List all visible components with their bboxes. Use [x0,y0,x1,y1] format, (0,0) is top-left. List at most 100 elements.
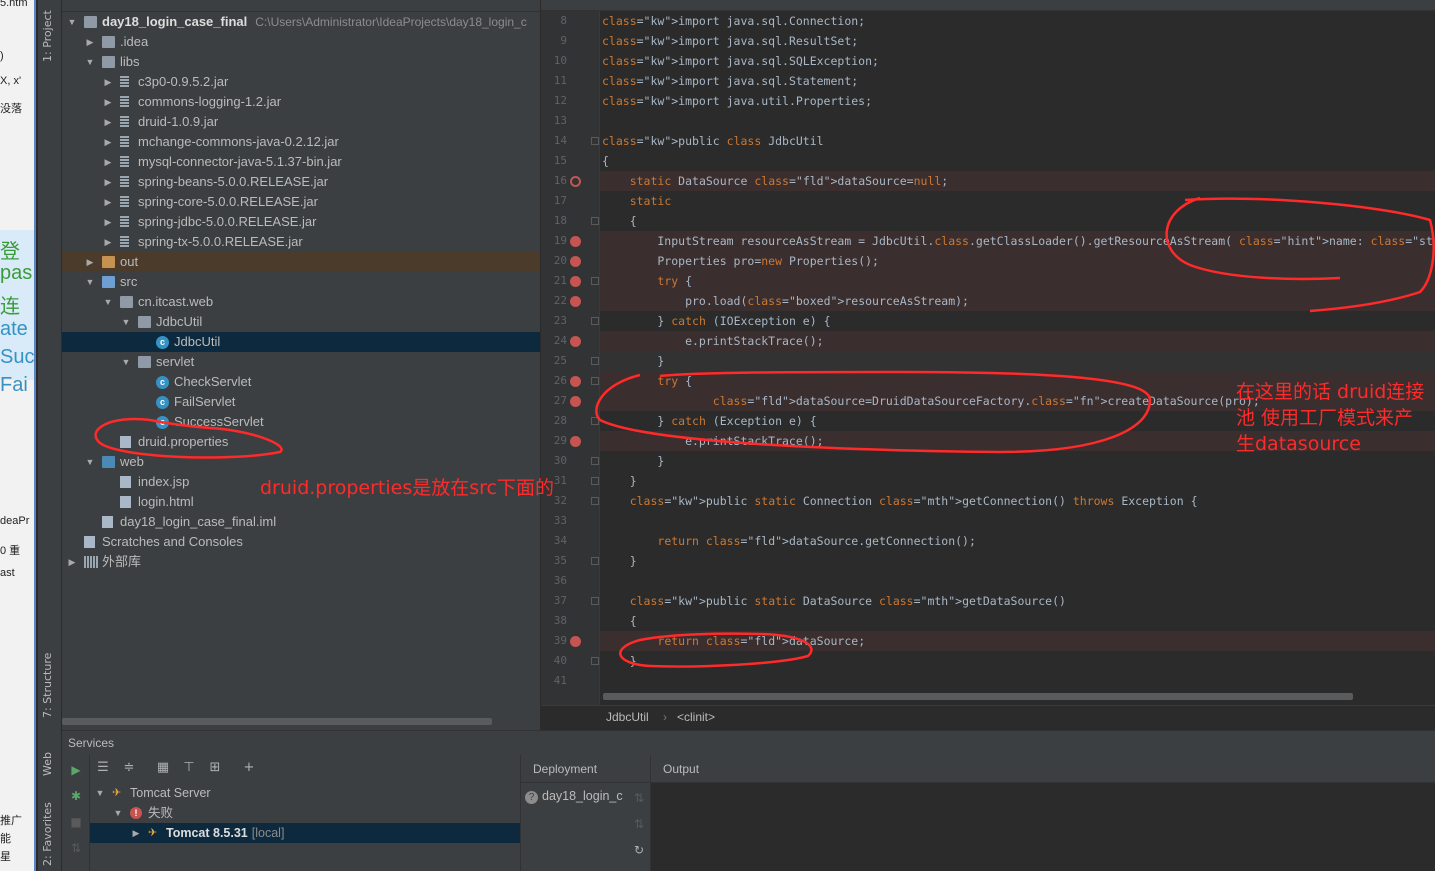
collapsed-arrow-icon[interactable]: ▶ [66,552,78,572]
breadcrumb-class[interactable]: JdbcUtil [606,710,649,724]
refresh-icon[interactable]: ↻ [634,843,644,857]
tree-row[interactable]: druid.properties [62,432,540,452]
tree-row[interactable]: ▶ spring-jdbc-5.0.0.RELEASE.jar [62,212,540,232]
favorites-tool-tab[interactable]: 2: Favorites [41,802,54,866]
tree-row[interactable]: c FailServlet [62,392,540,412]
tree-row[interactable]: ▼ day18_login_case_final C:\Users\Administ… [62,12,540,32]
code-line[interactable]: 23 } catch (IOException e) { [554,311,1435,331]
fold-marker-icon[interactable] [591,137,599,145]
code-line[interactable]: 24 e.printStackTrace(); [554,331,1435,351]
code-line[interactable]: 18 { [554,211,1435,231]
breakpoint-icon[interactable] [570,336,581,347]
code-line[interactable]: 34 return class="fld">dataSource.getConn… [554,531,1435,551]
fold-marker-icon[interactable] [591,377,599,385]
debug-icon[interactable]: ✱ [67,787,85,805]
expanded-arrow-icon[interactable]: ▼ [120,352,132,372]
tree-row[interactable]: ▶ out [62,252,540,272]
code-line[interactable]: 20 Properties pro=new Properties(); [554,251,1435,271]
fold-marker-icon[interactable] [591,557,599,565]
tree-row[interactable]: Scratches and Consoles [62,532,540,552]
web-tool-tab[interactable]: Web [41,752,54,776]
tree-row[interactable]: c JdbcUtil [62,332,540,352]
collapsed-arrow-icon[interactable]: ▶ [102,112,114,132]
expanded-arrow-icon[interactable]: ▼ [66,12,78,32]
code-line[interactable]: 41 [554,671,1435,691]
fold-marker-icon[interactable] [591,317,599,325]
tree-row[interactable]: ▶ mysql-connector-java-5.1.37-bin.jar [62,152,540,172]
tree-row[interactable]: ▶ commons-logging-1.2.jar [62,92,540,112]
collapsed-arrow-icon[interactable]: ▶ [102,232,114,252]
expanded-arrow-icon[interactable]: ▼ [84,452,96,472]
code-line[interactable]: 16 static DataSource class="fld">dataSou… [554,171,1435,191]
code-line[interactable]: 36 [554,571,1435,591]
expanded-arrow-icon[interactable]: ▼ [120,312,132,332]
deploy-icon[interactable]: ⇅ [67,839,85,857]
expanded-arrow-icon[interactable]: ▼ [94,783,106,803]
collapsed-arrow-icon[interactable]: ▶ [130,823,142,843]
tree-row[interactable]: ▶ c3p0-0.9.5.2.jar [62,72,540,92]
code-line[interactable]: 33 [554,511,1435,531]
stop-icon[interactable]: ■ [67,813,85,831]
deploy-action-icon[interactable]: ⇅ [634,791,644,805]
tree-row[interactable]: c SuccessServlet [62,412,540,432]
breakpoint-icon[interactable] [570,636,581,647]
new-tab-icon[interactable]: ⊞ [206,759,224,777]
collapsed-arrow-icon[interactable]: ▶ [84,252,96,272]
collapsed-arrow-icon[interactable]: ▶ [102,172,114,192]
tree-row[interactable]: ▶ mchange-commons-java-0.2.12.jar [62,132,540,152]
editor-horizontal-scrollbar[interactable] [603,693,1353,700]
tree-row[interactable]: c CheckServlet [62,372,540,392]
deployment-item[interactable]: ? day18_login_c [525,789,623,804]
code-line[interactable]: 11 class="kw">import java.sql.Statement; [554,71,1435,91]
collapsed-arrow-icon[interactable]: ▶ [102,92,114,112]
tree-row[interactable]: ▼ servlet [62,352,540,372]
tree-row[interactable]: ▼ libs [62,52,540,72]
code-line[interactable]: 21 try { [554,271,1435,291]
undeploy-action-icon[interactable]: ⇅ [634,817,644,831]
breakpoint-icon[interactable] [570,276,581,287]
breakpoint-icon[interactable] [570,256,581,267]
breakpoint-icon[interactable] [570,296,581,307]
fold-marker-icon[interactable] [591,357,599,365]
code-line[interactable]: 25 } [554,351,1435,371]
code-line[interactable]: 35 } [554,551,1435,571]
collapsed-arrow-icon[interactable]: ▶ [102,132,114,152]
code-line[interactable]: 22 pro.load(class="boxed">resourceAsStre… [554,291,1435,311]
filter-icon[interactable]: ⊤ [180,759,198,777]
breakpoint-icon[interactable] [570,436,581,447]
fold-marker-icon[interactable] [591,597,599,605]
expanded-arrow-icon[interactable]: ▼ [84,272,96,292]
breadcrumb-method[interactable]: <clinit> [677,710,715,724]
tree-row[interactable]: ▶ 外部库 [62,552,540,572]
fold-marker-icon[interactable] [591,657,599,665]
service-row[interactable]: ▶ ✈ Tomcat 8.5.31 [local] [90,823,520,843]
collapsed-arrow-icon[interactable]: ▶ [102,192,114,212]
expand-all-icon[interactable]: ☰ [94,759,112,777]
code-line[interactable]: 17 static [554,191,1435,211]
collapse-all-icon[interactable]: ≑ [120,759,138,777]
code-line[interactable]: 32 class="kw">public static Connection c… [554,491,1435,511]
tree-row[interactable]: ▼ src [62,272,540,292]
fold-marker-icon[interactable] [591,457,599,465]
code-line[interactable]: 15 { [554,151,1435,171]
code-line[interactable]: 12 class="kw">import java.util.Properties… [554,91,1435,111]
project-tool-tab[interactable]: 1: Project [41,10,54,62]
fold-marker-icon[interactable] [591,217,599,225]
tree-row[interactable]: ▶ spring-core-5.0.0.RELEASE.jar [62,192,540,212]
tree-row[interactable]: ▶ druid-1.0.9.jar [62,112,540,132]
group-by-icon[interactable]: ▦ [154,759,172,777]
tree-row[interactable]: ▶ .idea [62,32,540,52]
fold-marker-icon[interactable] [591,477,599,485]
breakpoint-icon[interactable] [570,376,581,387]
tree-row[interactable]: ▼ web [62,452,540,472]
code-line[interactable]: 31 } [554,471,1435,491]
code-line[interactable]: 19 InputStream resourceAsStream = JdbcUt… [554,231,1435,251]
tree-row[interactable]: day18_login_case_final.iml [62,512,540,532]
breakpoint-icon[interactable] [570,396,581,407]
field-watchpoint-icon[interactable] [570,176,581,187]
expanded-arrow-icon[interactable]: ▼ [84,52,96,72]
breakpoint-icon[interactable] [570,236,581,247]
project-horizontal-scrollbar[interactable] [62,718,492,725]
expanded-arrow-icon[interactable]: ▼ [102,292,114,312]
code-line[interactable]: 8 class="kw">import java.sql.Connection; [560,11,1435,31]
